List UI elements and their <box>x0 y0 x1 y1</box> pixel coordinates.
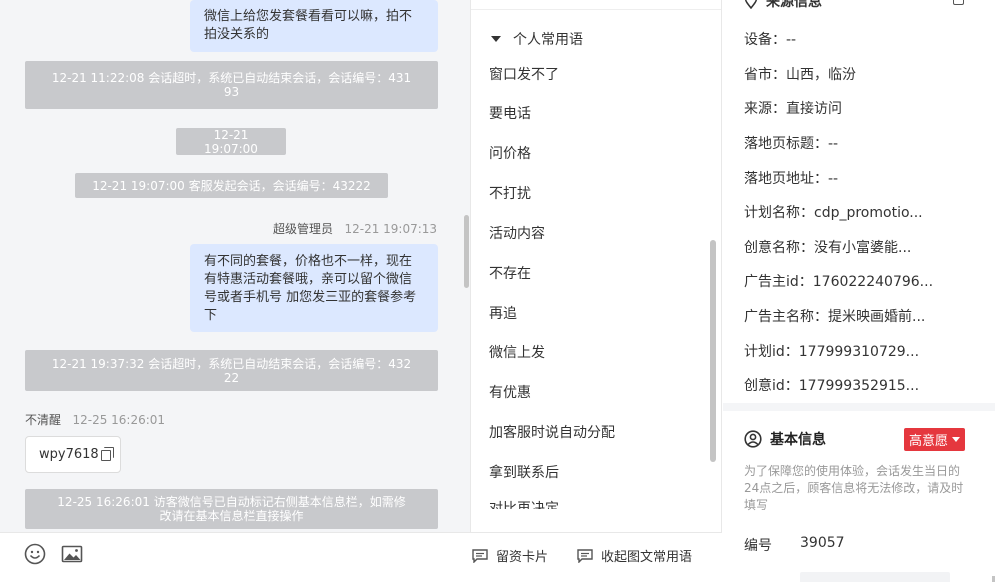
phrase-item[interactable]: 要电话 <box>489 103 531 123</box>
message-line: 拍没关系的 <box>204 27 270 42</box>
message-time: 12-21 19:07:13 <box>344 222 438 236</box>
customer-number-label: 编号 <box>744 538 772 554</box>
message-meta: 超级管理员 12-21 19:07:13 <box>273 220 437 237</box>
system-notice-line: 22 <box>223 370 240 385</box>
info-plan-name: 计划名称：cdp_promotio... <box>744 205 923 221</box>
source-info-title: 来源信息 <box>766 0 822 10</box>
user-circle-icon <box>744 430 762 448</box>
collapse-phrases-button[interactable]: 收起图文常用语 <box>577 546 692 565</box>
system-notice-line: 改请在基本信息栏直接操作 <box>159 509 304 523</box>
phrase-item[interactable]: 有优惠 <box>489 382 531 402</box>
lead-card-button[interactable]: 留资卡片 <box>472 546 548 565</box>
message-line: 号或者手机号 加您发三亚的套餐参考 <box>204 290 417 305</box>
info-region: 省市：山西，临汾 <box>744 67 856 83</box>
lead-card-label: 留资卡片 <box>496 550 549 565</box>
phrase-item[interactable]: 加客服时说自动分配 <box>489 422 615 442</box>
app-root: 微信上给您发套餐看看可以嘛，拍不 拍没关系的 12-21 11:22:08 会话… <box>0 0 995 582</box>
system-notice: 12-21 19:37:32 会话超时，系统已自动结束会话，会话编号：432 2… <box>25 350 438 391</box>
phrase-group-toggle[interactable]: 个人常用语 <box>491 29 583 49</box>
message-line: 有不同的套餐，价格也不一样，现在 <box>204 254 413 269</box>
intent-level-label: 高意愿 <box>909 434 949 449</box>
info-landing-url: 落地页地址：-- <box>744 171 839 187</box>
info-advertiser-id: 广告主id：176022240796... <box>744 274 934 290</box>
phrase-item[interactable]: 不打扰 <box>489 183 531 203</box>
phrase-item[interactable]: 问价格 <box>489 143 531 163</box>
phrase-group-title: 个人常用语 <box>513 32 583 48</box>
field-input[interactable] <box>800 572 950 582</box>
edit-icon[interactable] <box>953 0 964 5</box>
info-device: 设备：-- <box>744 32 797 48</box>
message-bubble-outgoing: 有不同的套餐，价格也不一样，现在 有特惠活动套餐哦，亲可以留个微信 号或者手机号… <box>190 244 438 332</box>
source-info-header: 来源信息 <box>744 0 822 11</box>
customer-info-panel: 来源信息 设备：-- 省市：山西，临汾 来源：直接访问 落地页标题：-- 落地页… <box>723 0 995 582</box>
message-card-icon <box>472 548 488 563</box>
edit-deadline-notice: 为了保障您的使用体验，会话发生当日的24点之后，顾客信息将无法修改，请及时填写 <box>744 464 964 512</box>
phrase-item[interactable]: 不存在 <box>489 263 531 283</box>
info-creative-name: 创意名称：没有小富婆能... <box>744 240 912 256</box>
phrases-scrollbar[interactable] <box>710 240 716 462</box>
caret-down-icon <box>491 36 501 42</box>
image-icon[interactable] <box>61 543 83 565</box>
phrase-item[interactable]: 活动内容 <box>489 223 545 243</box>
wechat-id-text: wpy7618 <box>39 447 99 462</box>
basic-info-title: 基本信息 <box>770 432 826 448</box>
intent-level-dropdown[interactable]: 高意愿 <box>904 428 966 451</box>
sender-name: 不清醒 <box>25 413 62 427</box>
message-bubble-outgoing: 微信上给您发套餐看看可以嘛，拍不 拍没关系的 <box>190 0 438 52</box>
phrase-item[interactable]: 拿到联系后 <box>489 462 559 482</box>
message-card-icon <box>577 548 593 563</box>
divider <box>471 9 721 10</box>
info-source: 来源：直接访问 <box>744 101 842 117</box>
system-notice: 12-21 19:07:00 客服发起会话，会话编号：43222 <box>75 173 388 198</box>
time-divider: 12-21 19:07:00 <box>176 128 286 156</box>
section-divider <box>723 403 995 411</box>
message-line: 有特惠活动套餐哦，亲可以留个微信 <box>204 272 413 287</box>
phrase-item[interactable]: 微信上发 <box>489 342 545 362</box>
copy-icon[interactable] <box>100 447 114 461</box>
sender-name: 超级管理员 <box>273 222 334 236</box>
quick-phrases-panel: 个人常用语 窗口发不了 要电话 问价格 不打扰 活动内容 不存在 再追 微信上发… <box>470 0 722 532</box>
system-notice-line: 12-21 19:37:32 会话超时，系统已自动结束会话，会话编号：432 <box>51 356 412 371</box>
system-notice: 12-21 11:22:08 会话超时，系统已自动结束会话，会话编号：431 9… <box>25 61 438 109</box>
message-line: 微信上给您发套餐看看可以嘛，拍不 <box>204 9 413 24</box>
info-landing-title: 落地页标题：-- <box>744 136 839 152</box>
wechat-id-card[interactable]: wpy7618 <box>25 436 121 473</box>
system-notice: 12-25 16:26:01 访客微信号已自动标记右侧基本信息栏，如需修 改请在… <box>25 489 438 529</box>
phrase-item[interactable]: 窗口发不了 <box>489 64 559 84</box>
phrase-item[interactable]: 对比再决定 <box>489 500 559 509</box>
message-time: 12-25 16:26:01 <box>72 413 166 427</box>
location-icon <box>744 0 758 9</box>
info-advertiser-name: 广告主名称：提米映画婚前... <box>744 309 926 325</box>
chat-scrollbar[interactable] <box>464 215 469 288</box>
chat-panel: 微信上给您发套餐看看可以嘛，拍不 拍没关系的 12-21 11:22:08 会话… <box>0 0 470 532</box>
info-plan-id: 计划id：177999310729... <box>744 344 920 360</box>
system-notice-line: 12-25 16:26:01 访客微信号已自动标记右侧基本信息栏，如需修 <box>57 495 406 509</box>
message-meta: 不清醒 12-25 16:26:01 <box>25 411 165 428</box>
customer-number-value: 39057 <box>800 535 845 551</box>
caret-down-icon <box>952 437 961 442</box>
collapse-phrases-label: 收起图文常用语 <box>601 550 693 565</box>
system-notice-line: 12-21 11:22:08 会话超时，系统已自动结束会话，会话编号：431 <box>51 71 412 85</box>
basic-info-header: 基本信息 <box>744 429 826 449</box>
emoji-icon[interactable] <box>24 543 46 565</box>
system-notice-line: 93 <box>223 85 240 99</box>
info-creative-id: 创意id：177999352915... <box>744 378 920 394</box>
message-line: 下 <box>204 308 218 323</box>
phrase-item[interactable]: 再追 <box>489 303 517 323</box>
